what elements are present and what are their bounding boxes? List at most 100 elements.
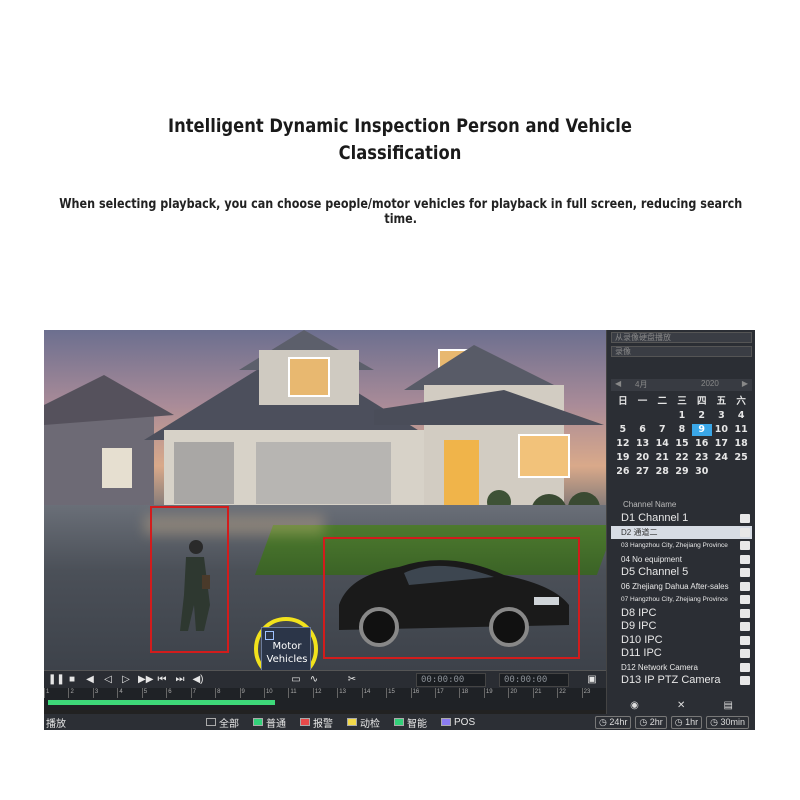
legend-item[interactable]: 全部 bbox=[206, 715, 239, 730]
record-icon[interactable] bbox=[740, 541, 750, 550]
calendar-day[interactable]: 23 bbox=[692, 452, 712, 464]
record-icon[interactable] bbox=[740, 595, 750, 604]
calendar-day[interactable]: 18 bbox=[731, 438, 751, 450]
record-icon[interactable] bbox=[740, 554, 750, 564]
channel-row[interactable]: D11 IPC bbox=[611, 647, 752, 661]
reverse-play-icon[interactable]: ◀ bbox=[84, 674, 96, 686]
time-range-button[interactable]: ◷ 2hr bbox=[635, 715, 667, 729]
eye-icon[interactable]: ◉ bbox=[630, 700, 639, 711]
volume-icon[interactable]: ◀) bbox=[192, 674, 204, 686]
calendar-day[interactable]: 1 bbox=[672, 410, 692, 422]
clip-start-time[interactable]: 00:00:00 bbox=[416, 673, 486, 687]
record-icon[interactable] bbox=[740, 676, 750, 685]
record-icon[interactable] bbox=[740, 649, 750, 658]
record-type-select[interactable]: 录像 bbox=[611, 346, 752, 357]
calendar-day[interactable]: 10 bbox=[712, 424, 732, 436]
calendar-day[interactable]: 22 bbox=[672, 452, 692, 464]
record-icon[interactable] bbox=[740, 662, 750, 672]
calendar-day bbox=[652, 410, 672, 422]
legend-label: 动检 bbox=[360, 718, 380, 730]
calendar-day[interactable]: 28 bbox=[652, 466, 672, 478]
time-range-button[interactable]: ◷ 1hr bbox=[670, 715, 703, 729]
time-range-button[interactable]: ◷ 24hr bbox=[595, 715, 632, 729]
calendar-day[interactable]: 12 bbox=[613, 438, 633, 450]
source-select[interactable]: 从录像硬盘播放 bbox=[611, 332, 752, 343]
calendar-day[interactable]: 5 bbox=[613, 424, 633, 436]
calendar-day[interactable]: 14 bbox=[652, 438, 672, 450]
stop-icon[interactable]: ■ bbox=[66, 674, 78, 686]
calendar-day[interactable]: 24 bbox=[712, 452, 732, 464]
channel-row[interactable]: D13 IP PTZ Camera bbox=[611, 674, 752, 688]
recorded-segment[interactable] bbox=[48, 700, 276, 705]
calendar-day[interactable]: 7 bbox=[652, 424, 672, 436]
calendar-day[interactable]: 20 bbox=[633, 452, 653, 464]
legend-item[interactable]: 普通 bbox=[253, 715, 286, 730]
calendar-day[interactable]: 30 bbox=[692, 466, 712, 478]
channel-label: 04 No equipment bbox=[621, 554, 682, 564]
step-back-icon[interactable]: ◁ bbox=[102, 674, 114, 686]
calendar-year[interactable]: 2020 bbox=[701, 379, 719, 388]
channel-row[interactable]: 04 No equipment bbox=[611, 553, 752, 567]
calendar-day[interactable]: 4 bbox=[731, 410, 751, 422]
channel-row[interactable]: D2 通道二 bbox=[611, 525, 752, 539]
record-icon[interactable] bbox=[740, 527, 750, 537]
mute-icon[interactable]: ✕ bbox=[677, 700, 685, 711]
record-icon[interactable] bbox=[740, 622, 750, 631]
channel-row[interactable]: D12 Network Camera bbox=[611, 661, 752, 675]
record-type-legend: 播放 全部 普通 报警 动检 智能 POS ◷ 24hr ◷ 2hr ◷ 1hr ◷ 30min bbox=[44, 714, 755, 730]
timeline[interactable]: 1 2 3 4 5 6 7 8 9 10 11 12 13 14 15 16 17 18 19 20 21 22 23 bbox=[44, 688, 606, 710]
snapshot-icon[interactable]: ▭ bbox=[290, 674, 302, 686]
step-forward-icon[interactable]: ▷ bbox=[120, 674, 132, 686]
clip-icon[interactable]: ✂ bbox=[346, 674, 358, 686]
calendar-day[interactable]: 13 bbox=[633, 438, 653, 450]
calendar-day[interactable]: 29 bbox=[672, 466, 692, 478]
channel-row[interactable]: 07 Hangzhou City, Zhejiang Province bbox=[611, 593, 752, 607]
motor-vehicles-option[interactable]: Motor Vehicles bbox=[261, 627, 311, 670]
calendar-day[interactable]: 17 bbox=[712, 438, 732, 450]
record-icon[interactable] bbox=[740, 568, 750, 577]
channel-row[interactable]: D9 IPC bbox=[611, 620, 752, 634]
timeline-tick: 7 bbox=[190, 688, 215, 698]
smart-search-icon[interactable]: ∿ bbox=[308, 674, 320, 686]
record-icon[interactable] bbox=[740, 514, 750, 523]
save-clip-icon[interactable]: ▣ bbox=[586, 674, 598, 686]
motor-vehicles-checkbox[interactable] bbox=[265, 631, 274, 640]
calendar-day[interactable]: 25 bbox=[731, 452, 751, 464]
calendar-day[interactable]: 19 bbox=[613, 452, 633, 464]
prev-month-icon[interactable]: ◀ bbox=[615, 379, 621, 388]
pause-icon[interactable]: ❚❚ bbox=[48, 674, 65, 686]
calendar-day[interactable]: 2 bbox=[692, 410, 712, 422]
channel-row[interactable]: D5 Channel 5 bbox=[611, 566, 752, 580]
channel-row[interactable]: D1 Channel 1 bbox=[611, 512, 752, 526]
calendar-day[interactable]: 6 bbox=[633, 424, 653, 436]
video-view[interactable]: Motor Vehicles bbox=[44, 330, 606, 670]
legend-item[interactable]: 报警 bbox=[300, 715, 333, 730]
fast-forward-icon[interactable]: ▶▶ bbox=[138, 674, 153, 686]
calendar-day[interactable]: 9 bbox=[691, 424, 712, 436]
next-icon[interactable]: ⏭ bbox=[174, 674, 186, 686]
calendar-day[interactable]: 11 bbox=[731, 424, 751, 436]
calendar-day[interactable]: 21 bbox=[652, 452, 672, 464]
calendar-day[interactable]: 15 bbox=[672, 438, 692, 450]
record-icon[interactable] bbox=[740, 635, 750, 645]
next-month-icon[interactable]: ▶ bbox=[742, 379, 748, 388]
legend-item[interactable]: POS bbox=[441, 715, 475, 730]
record-icon[interactable] bbox=[740, 581, 750, 591]
legend-item[interactable]: 动检 bbox=[347, 715, 380, 730]
calendar-month[interactable]: 4月 bbox=[635, 379, 647, 390]
time-range-button[interactable]: ◷ 30min bbox=[706, 715, 749, 729]
calendar-day[interactable]: 3 bbox=[712, 410, 732, 422]
layout-icon[interactable]: ▤ bbox=[723, 700, 732, 711]
record-icon[interactable] bbox=[740, 608, 750, 618]
channel-row[interactable]: D8 IPC bbox=[611, 607, 752, 621]
channel-row[interactable]: 06 Zhejiang Dahua After-sales bbox=[611, 580, 752, 594]
legend-item[interactable]: 智能 bbox=[394, 715, 427, 730]
channel-row[interactable]: 03 Hangzhou City, Zhejiang Province bbox=[611, 539, 752, 553]
calendar-day[interactable]: 8 bbox=[672, 424, 692, 436]
calendar-day[interactable]: 27 bbox=[633, 466, 653, 478]
previous-icon[interactable]: ⏮ bbox=[156, 674, 168, 686]
clip-end-time[interactable]: 00:00:00 bbox=[499, 673, 569, 687]
calendar-day[interactable]: 16 bbox=[692, 438, 712, 450]
calendar-day[interactable]: 26 bbox=[613, 466, 633, 478]
channel-row[interactable]: D10 IPC bbox=[611, 634, 752, 648]
